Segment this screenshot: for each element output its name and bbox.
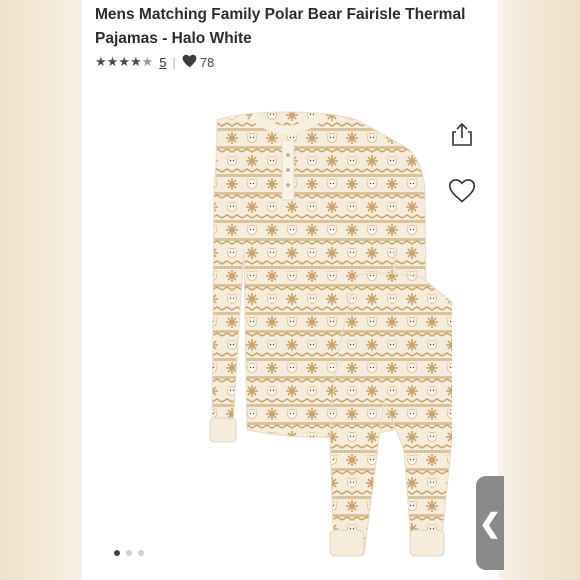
- background-blur-left: [0, 0, 82, 580]
- divider: |: [172, 54, 176, 70]
- pagination-dot[interactable]: [138, 550, 144, 556]
- gallery-pagination[interactable]: [114, 550, 144, 556]
- star-icon: ★: [106, 54, 119, 69]
- review-count-link[interactable]: 5: [159, 55, 166, 70]
- star-rating: ★ ★ ★ ★ ★: [95, 55, 153, 69]
- side-tab-button[interactable]: ❮: [476, 476, 504, 570]
- heart-filled-icon: [182, 54, 197, 71]
- background-blur-right: [498, 0, 580, 580]
- pagination-dot[interactable]: [126, 550, 132, 556]
- heart-outline-icon: [448, 179, 476, 203]
- star-icon: ★: [129, 54, 142, 69]
- product-title: Mens Matching Family Polar Bear Fairisle…: [95, 6, 466, 47]
- share-button[interactable]: [448, 120, 476, 148]
- star-icon: ★: [95, 54, 107, 69]
- pagination-dot[interactable]: [114, 550, 120, 556]
- star-half-icon: ★: [141, 54, 154, 69]
- product-image: [209, 111, 452, 557]
- product-card: Mens Matching Family Polar Bear Fairisle…: [82, 0, 498, 580]
- favorite-button[interactable]: [448, 178, 476, 204]
- star-icon: ★: [118, 54, 130, 69]
- rating-row: ★ ★ ★ ★ ★ 5 | 78: [95, 52, 214, 72]
- likes-count: 78: [199, 54, 215, 70]
- share-icon: [452, 122, 472, 146]
- chevron-left-icon: ❮: [479, 507, 501, 538]
